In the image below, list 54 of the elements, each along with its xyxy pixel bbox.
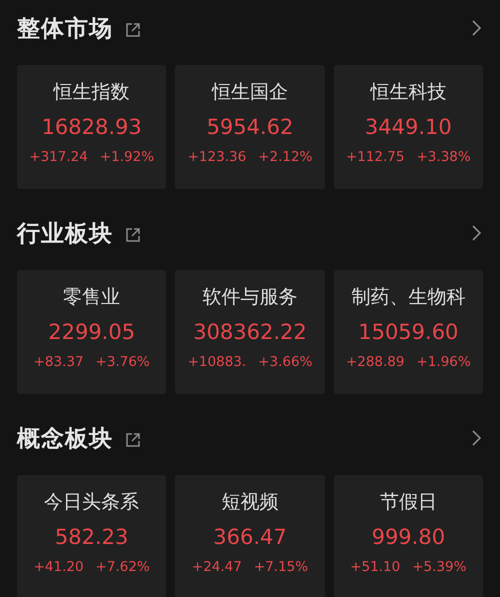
- section-title: 整体市场: [17, 14, 113, 44]
- index-card[interactable]: 软件与服务 308362.22 +10883. +3.66%: [175, 270, 325, 394]
- index-value: 2299.05: [48, 319, 136, 346]
- share-icon[interactable]: [125, 227, 141, 243]
- index-card[interactable]: 短视频 366.47 +24.47 +7.15%: [175, 475, 325, 597]
- index-value: 3449.10: [364, 114, 452, 141]
- index-name: 软件与服务: [202, 285, 298, 310]
- index-name: 节假日: [380, 490, 437, 515]
- change-percent: +7.62%: [96, 559, 150, 575]
- change-percent: +5.39%: [412, 559, 466, 575]
- change-percent: +7.15%: [254, 559, 308, 575]
- change-amount: +317.24: [29, 149, 88, 165]
- change-amount: +288.89: [346, 354, 404, 370]
- index-name: 制药、生物科: [351, 285, 466, 310]
- chevron-right-icon[interactable]: [472, 430, 481, 446]
- index-value: 16828.93: [42, 114, 142, 141]
- index-card[interactable]: 恒生科技 3449.10 +112.75 +3.38%: [334, 65, 483, 189]
- chevron-right-icon[interactable]: [472, 225, 481, 241]
- change-percent: +1.92%: [100, 149, 154, 165]
- change-percent: +1.96%: [416, 354, 471, 370]
- index-card[interactable]: 恒生指数 16828.93 +317.24 +1.92%: [17, 65, 166, 189]
- chevron-right-icon[interactable]: [472, 20, 481, 36]
- index-card[interactable]: 节假日 999.80 +51.10 +5.39%: [334, 475, 483, 597]
- section-title: 行业板块: [17, 220, 113, 248]
- change-percent: +3.38%: [416, 149, 471, 165]
- index-value: 999.80: [372, 524, 446, 551]
- change-amount: +123.36: [188, 149, 246, 165]
- index-card[interactable]: 零售业 2299.05 +83.37 +3.76%: [17, 270, 166, 394]
- index-card[interactable]: 恒生国企 5954.62 +123.36 +2.12%: [175, 65, 325, 189]
- change-amount: +24.47: [192, 559, 242, 575]
- index-name: 恒生国企: [212, 80, 288, 105]
- index-value: 15059.60: [358, 319, 458, 346]
- change-amount: +112.75: [346, 149, 404, 165]
- change-amount: +83.37: [34, 354, 84, 370]
- index-name: 恒生指数: [54, 80, 130, 105]
- index-name: 恒生科技: [370, 80, 446, 105]
- index-value: 582.23: [54, 524, 128, 551]
- change-amount: +51.10: [350, 559, 400, 575]
- change-percent: +2.12%: [258, 149, 312, 165]
- index-name: 短视频: [221, 490, 278, 515]
- index-card[interactable]: 今日头条系 582.23 +41.20 +7.62%: [17, 475, 166, 597]
- change-amount: +41.20: [34, 559, 84, 575]
- share-icon[interactable]: [125, 432, 141, 448]
- index-name: 今日头条系: [44, 490, 140, 515]
- index-value: 308362.22: [193, 319, 307, 346]
- index-value: 5954.62: [206, 114, 294, 141]
- change-percent: +3.76%: [96, 354, 150, 370]
- share-icon[interactable]: [125, 22, 141, 38]
- section-title: 概念板块: [17, 424, 113, 454]
- index-name: 零售业: [63, 285, 120, 310]
- change-amount: +10883.: [188, 354, 246, 370]
- index-value: 366.47: [213, 524, 287, 551]
- index-card[interactable]: 制药、生物科 15059.60 +288.89 +1.96%: [334, 270, 483, 394]
- change-percent: +3.66%: [258, 354, 312, 370]
